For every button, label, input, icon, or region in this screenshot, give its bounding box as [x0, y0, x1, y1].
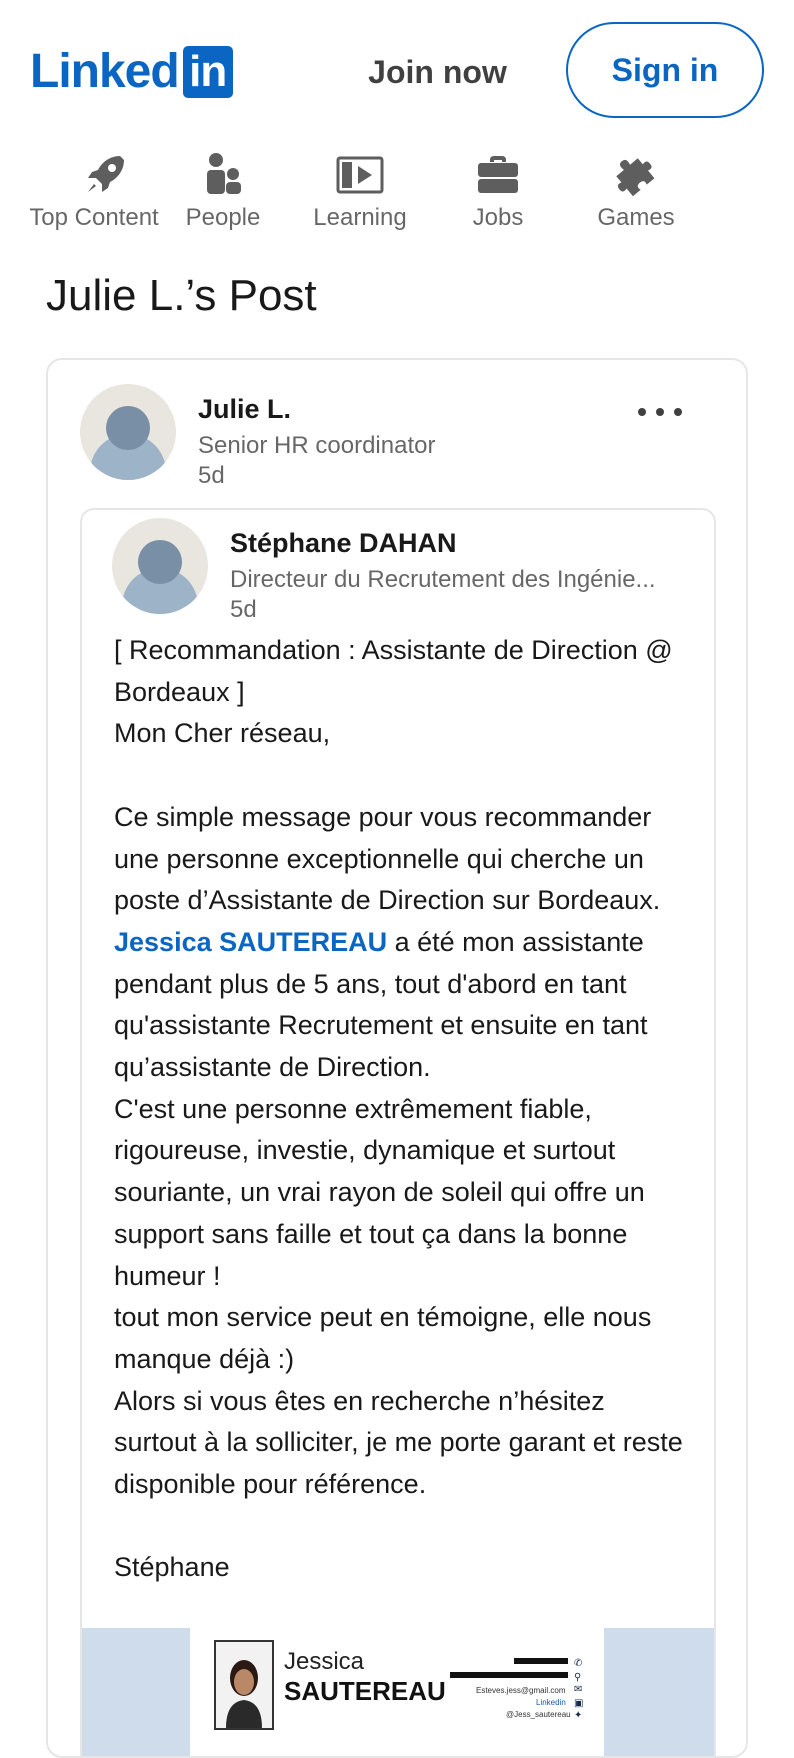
post-line: Alors si vous êtes en recherche n’hésite… [114, 1385, 683, 1500]
post-line: [ Recommandation : Assistante de Directi… [114, 635, 673, 707]
post-time: 5d [198, 462, 225, 489]
cv-email: Esteves.jess@gmail.com [476, 1686, 566, 1695]
author-name[interactable]: Julie L. [198, 394, 291, 425]
mail-icon: ✉ [574, 1684, 583, 1695]
default-avatar-icon [80, 384, 176, 480]
cv-photo [214, 1640, 274, 1730]
cv-first-name: Jessica [284, 1648, 365, 1675]
location-icon: ⚲ [574, 1672, 582, 1683]
nav-label: People [185, 204, 261, 231]
post-paragraph: Jessica SAUTEREAU a été mon assistante p… [114, 922, 694, 1089]
phone-icon: ✆ [574, 1658, 583, 1669]
author-headline: Senior HR coordinator [198, 432, 436, 459]
default-avatar-icon [112, 518, 208, 614]
post-line: Mon Cher réseau, [114, 718, 331, 749]
shared-author-headline: Directeur du Recrutement des Ingénie... [230, 566, 656, 593]
post-line: C'est une personne extrêmement fiable, r… [114, 1093, 645, 1291]
nav-label: Jobs [472, 204, 524, 231]
nav-item-games[interactable]: Games [560, 150, 712, 240]
linkedin-logo[interactable]: Linked in [30, 46, 233, 98]
video-icon [336, 156, 384, 194]
post-image[interactable]: Jessica SAUTEREAU Esteves.jess@gmail.com… [82, 1628, 714, 1756]
cv-document: Jessica SAUTEREAU Esteves.jess@gmail.com… [190, 1628, 604, 1756]
mention-link[interactable]: Jessica SAUTEREAU [114, 927, 387, 957]
join-now-link[interactable]: Join now [350, 50, 525, 94]
logo-wordmark: Linked [30, 45, 180, 98]
nav-item-jobs[interactable]: Jobs [422, 150, 574, 240]
cv-redacted-bar [514, 1658, 568, 1664]
cv-handle: @Jess_sautereau [506, 1710, 571, 1719]
shared-post-time: 5d [230, 596, 257, 623]
top-nav: Top Content People Learning Jobs Games [30, 150, 770, 240]
cv-linkedin: Linkedin [536, 1698, 566, 1707]
more-options-button[interactable] [630, 390, 690, 430]
ellipsis-icon [638, 408, 646, 416]
linkedin-icon: ▣ [574, 1698, 584, 1709]
briefcase-icon [478, 156, 518, 193]
nav-label: Learning [313, 204, 407, 231]
shared-author-avatar[interactable] [112, 518, 208, 614]
shared-post: Stéphane DAHAN Directeur du Recrutement … [80, 508, 716, 1756]
ellipsis-icon [674, 408, 682, 416]
logo-in-box: in [182, 46, 233, 98]
ellipsis-icon [656, 408, 664, 416]
rocket-icon [88, 156, 124, 192]
post-line: Ce simple message pour vous recommander … [114, 801, 661, 916]
post-line: tout mon service peut en témoigne, elle … [114, 1302, 652, 1374]
post-line: Stéphane [114, 1552, 230, 1583]
twitter-icon: ✦ [574, 1710, 583, 1721]
puzzle-icon [616, 158, 655, 197]
cv-last-name: SAUTEREAU [284, 1676, 446, 1706]
page-title: Julie L.’s Post [46, 271, 317, 320]
nav-label: Games [597, 204, 675, 231]
post-card: Julie L. Senior HR coordinator 5d Stépha… [46, 358, 748, 1758]
people-icon [207, 153, 241, 194]
author-avatar[interactable] [80, 384, 176, 480]
post-text: [ Recommandation : Assistante de Directi… [114, 630, 694, 1589]
nav-item-learning[interactable]: Learning [284, 150, 436, 240]
cv-redacted-bar [450, 1672, 568, 1678]
nav-item-people[interactable]: People [147, 150, 299, 240]
sign-in-button[interactable]: Sign in [566, 22, 764, 118]
shared-author-name[interactable]: Stéphane DAHAN [230, 528, 457, 559]
top-header: Linked in Join now Sign in [0, 0, 794, 140]
